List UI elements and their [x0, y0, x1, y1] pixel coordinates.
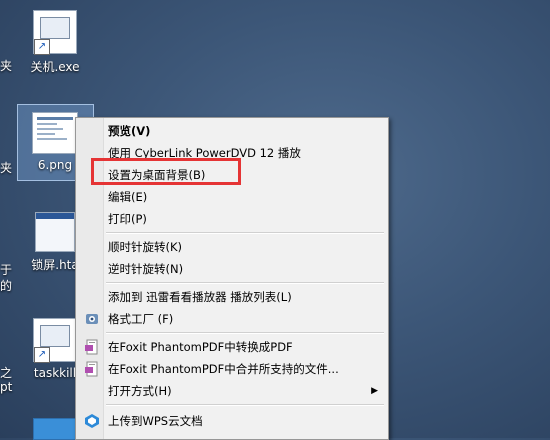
- edge-label-6: pt: [0, 380, 13, 394]
- menu-item-preview[interactable]: 预览(V): [78, 120, 386, 142]
- exe-file-icon: ↗: [33, 10, 77, 55]
- menu-item-add-to-playlist[interactable]: 添加到 迅雷看看播放器 播放列表(L): [78, 286, 386, 308]
- shortcut-arrow-icon: ↗: [34, 39, 50, 55]
- menu-separator: [106, 282, 384, 284]
- menu-item-edit[interactable]: 编辑(E): [78, 186, 386, 208]
- foxit-pdf-icon: [84, 361, 100, 377]
- menu-item-rotate-ccw[interactable]: 逆时针旋转(N): [78, 258, 386, 280]
- menu-separator: [106, 404, 384, 406]
- menu-item-print[interactable]: 打印(P): [78, 208, 386, 230]
- menu-separator: [106, 232, 384, 234]
- menu-item-wps-upload[interactable]: 上传到WPS云文档: [78, 410, 386, 432]
- menu-separator: [106, 332, 384, 334]
- hta-file-icon: [35, 212, 75, 252]
- shutdown-exe-icon[interactable]: ↗ 关机.exe: [15, 10, 95, 75]
- edge-label-3: 于: [0, 263, 13, 277]
- edge-label-1: 夹: [0, 59, 13, 73]
- menu-item-foxit-merge[interactable]: 在Foxit PhantomPDF中合并所支持的文件...: [78, 358, 386, 380]
- shutdown-exe-label: 关机.exe: [30, 60, 80, 74]
- menu-item-rotate-cw[interactable]: 顺时针旋转(K): [78, 236, 386, 258]
- menu-item-foxit-convert[interactable]: 在Foxit PhantomPDF中转换成PDF: [78, 336, 386, 358]
- wps-cloud-icon: [84, 413, 100, 429]
- submenu-arrow-icon: ▶: [371, 386, 378, 396]
- menu-item-open-with[interactable]: 打开方式(H) ▶: [78, 380, 386, 402]
- image-thumbnail-icon: [32, 112, 78, 154]
- edge-label-5: 之: [0, 366, 13, 380]
- edge-label-2: 夹: [0, 161, 13, 175]
- foxit-pdf-icon: [84, 339, 100, 355]
- edge-label-4: 的: [0, 279, 13, 293]
- exe-file-icon: ↗: [33, 318, 77, 363]
- partial-app-icon: [33, 418, 77, 440]
- menu-item-format-factory[interactable]: 格式工厂 (F): [78, 308, 386, 330]
- format-factory-icon: [84, 311, 100, 327]
- shortcut-arrow-icon: ↗: [34, 347, 50, 363]
- red-annotation-box: [91, 158, 241, 185]
